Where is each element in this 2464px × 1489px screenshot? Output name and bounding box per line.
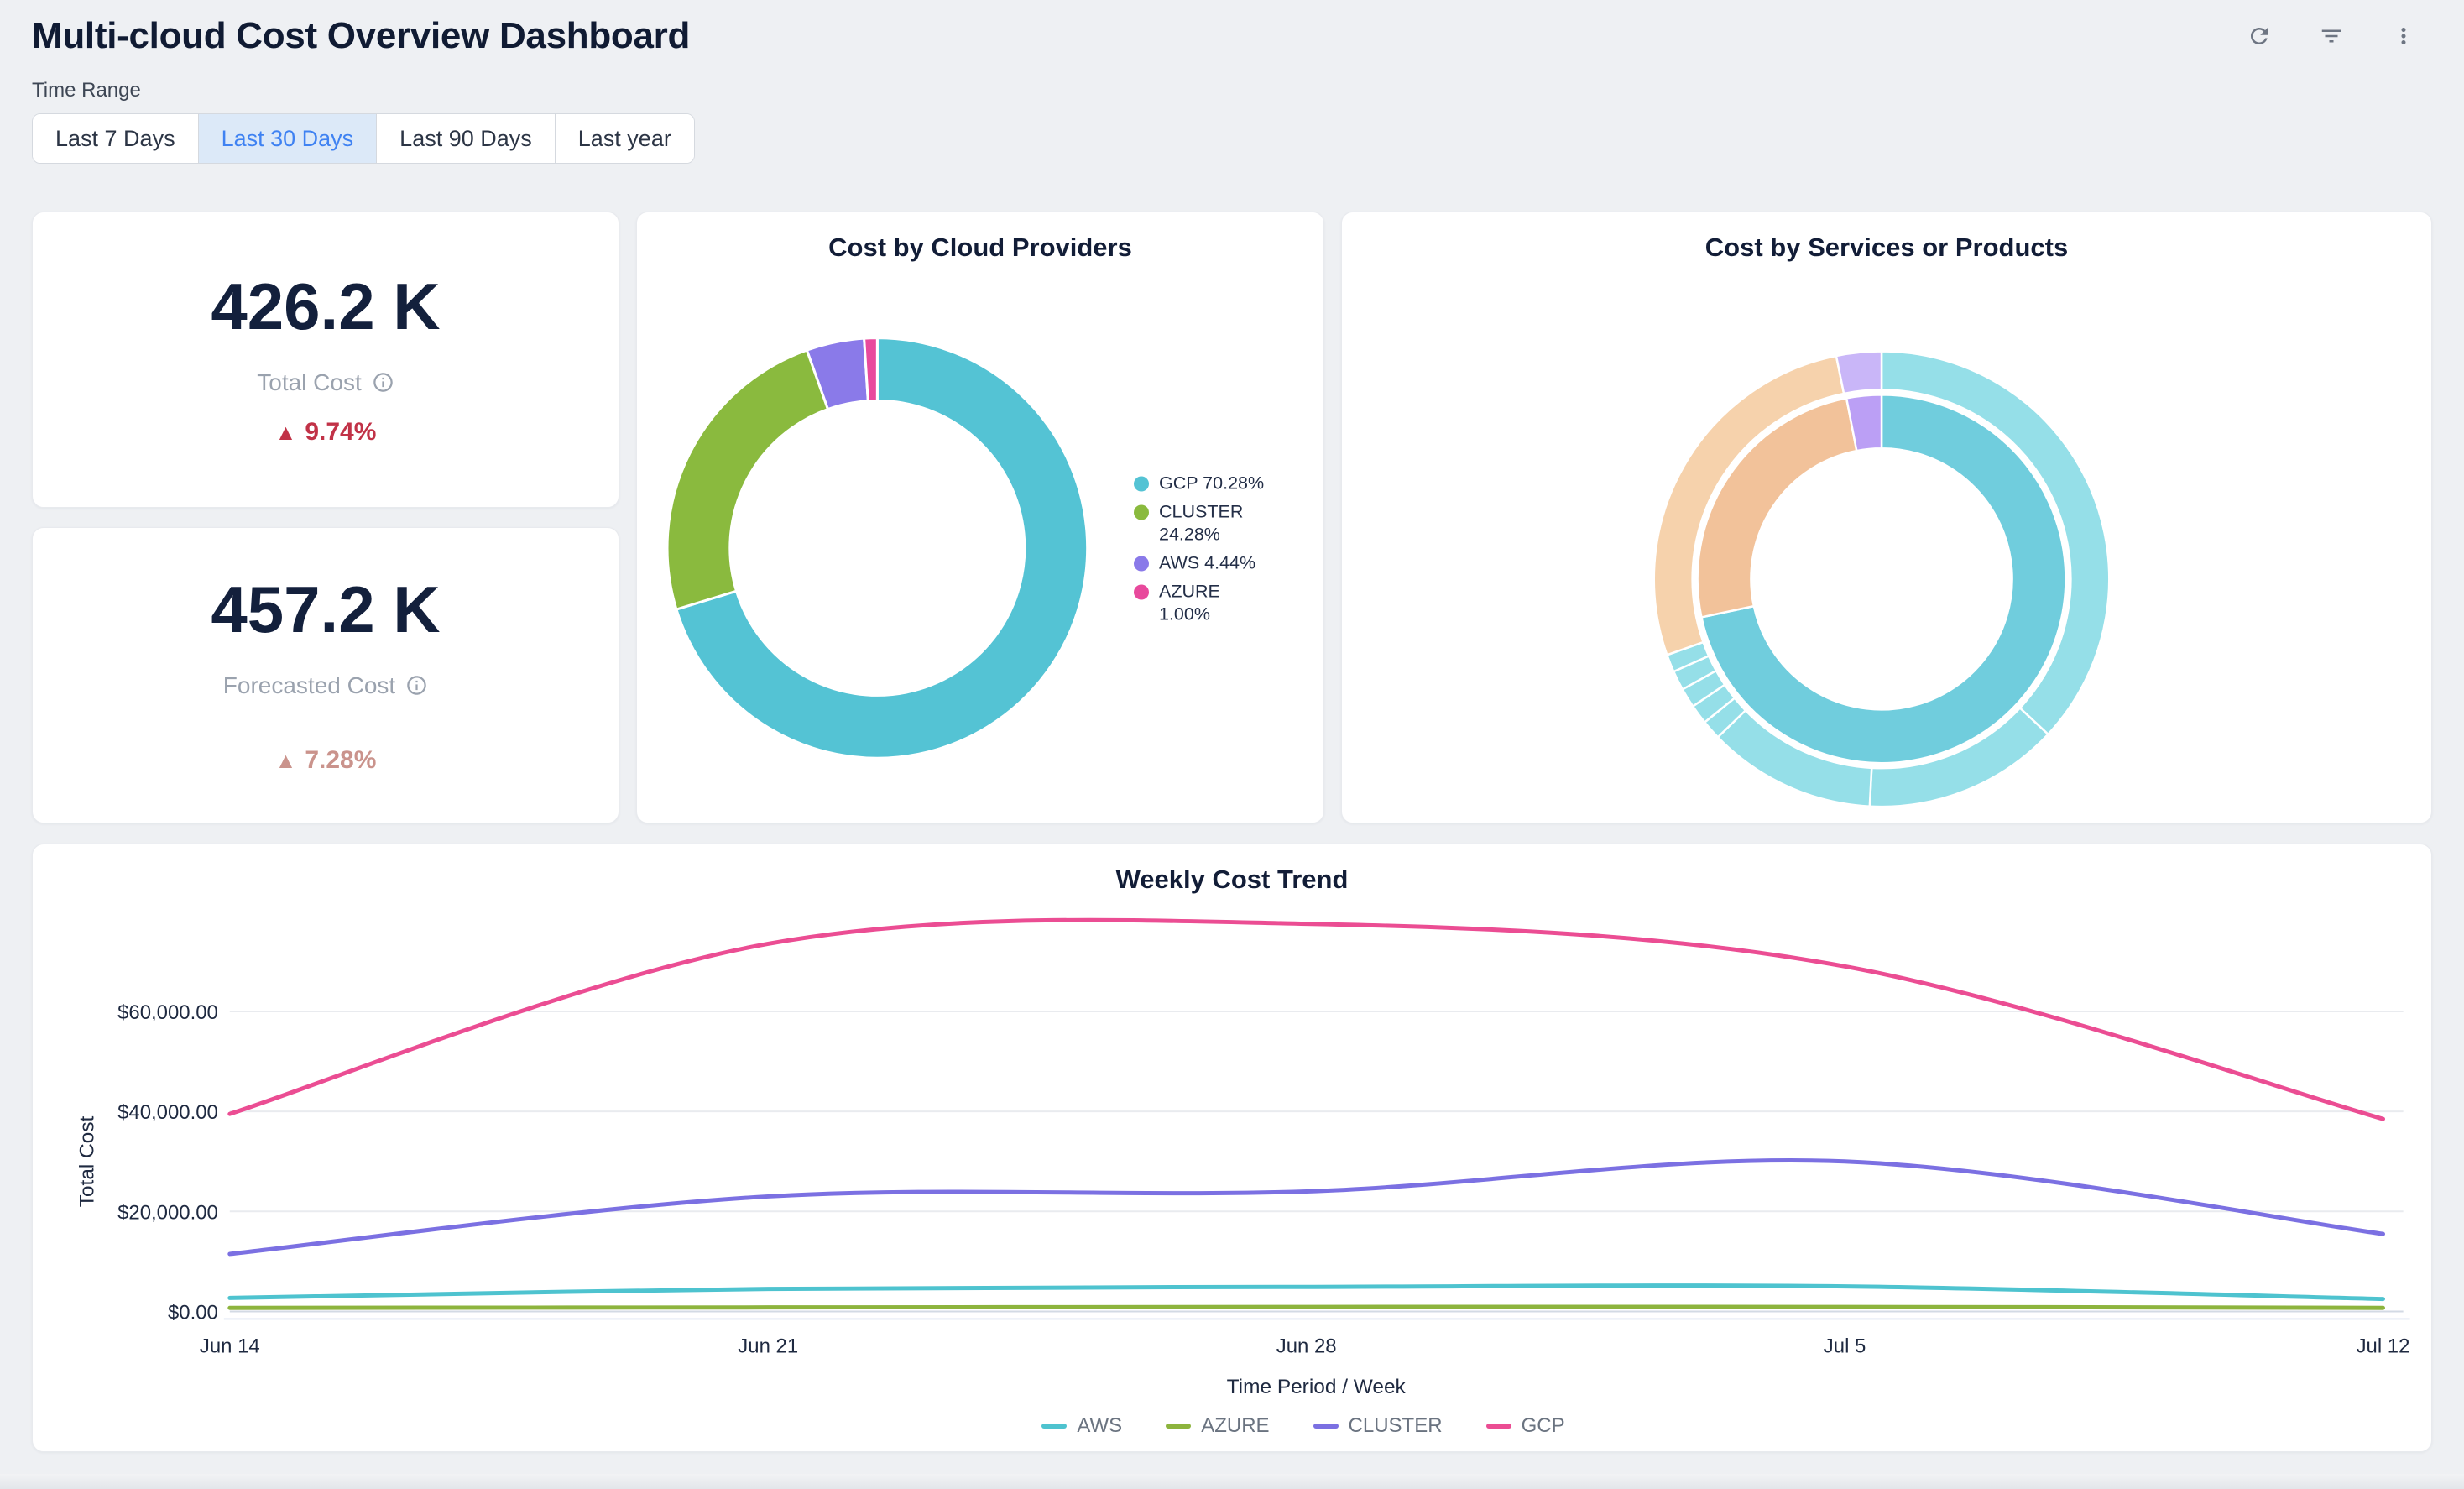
cost-by-services-panel: Cost by Services or Products [1341,212,2432,823]
line-series-azure[interactable] [230,1307,2383,1308]
legend-label: AZURE [1201,1414,1269,1438]
donut-legend-item-azure[interactable]: AZURE 1.00% [1134,581,1272,626]
donut-legend-item-cluster[interactable]: CLUSTER 24.28% [1134,501,1272,546]
y-axis-title: Total Cost [76,1115,98,1207]
cost-by-cloud-providers-panel: Cost by Cloud Providers GCP 70.28%CLUSTE… [636,212,1324,823]
forecasted-cost-card: 457.2 K Forecasted Cost ▲ 7.28% [32,527,619,823]
trend-legend-item-aws[interactable]: AWS [1041,1414,1122,1438]
top-row: 426.2 K Total Cost ▲ 9.74% 457.2 K Forec… [32,212,2432,823]
page-title: Multi-cloud Cost Overview Dashboard [32,15,690,57]
kebab-menu-icon [2391,24,2416,49]
delta-value: 7.28% [305,746,376,775]
time-range-control: Time Range Last 7 Days Last 30 Days Last… [32,79,2432,164]
total-cost-value: 426.2 K [211,274,440,339]
trend-legend-item-azure[interactable]: AZURE [1166,1414,1269,1438]
legend-dot [1134,505,1149,520]
total-cost-label: Total Cost [257,369,394,396]
x-tick-label: Jun 21 [738,1335,798,1357]
trend-legend-item-gcp[interactable]: GCP [1486,1414,1565,1438]
services-sunburst-chart[interactable] [1342,212,2431,823]
trend-up-icon: ▲ [275,421,297,443]
filter-icon [2319,24,2344,49]
donut-legend: GCP 70.28% CLUSTER 24.28% AWS 4.44% AZURE 1… [1134,473,1272,626]
legend-label: AZURE 1.00% [1159,581,1272,626]
time-range-label: Time Range [32,79,2432,102]
legend-line-swatch [1313,1424,1339,1429]
grid [224,1011,2410,1319]
x-tick-label: Jul 12 [2357,1335,2410,1357]
forecasted-cost-label: Forecasted Cost [223,672,428,699]
kpi-label-text: Total Cost [257,369,362,396]
trend-legend: AWS AZURE CLUSTER GCP [201,1414,2406,1438]
y-tick-label: $20,000.00 [117,1201,218,1224]
donut-slice-cluster[interactable] [667,350,827,609]
kpi-label-text: Forecasted Cost [223,672,395,699]
x-tick-label: Jul 5 [1824,1335,1866,1357]
line-series-cluster[interactable] [230,1161,2383,1254]
trend-up-icon: ▲ [275,750,297,771]
time-range-option-last-30-days[interactable]: Last 30 Days [199,114,378,163]
scrollbar-track[interactable] [0,1474,2464,1489]
kpi-column: 426.2 K Total Cost ▲ 9.74% 457.2 K Forec… [32,212,619,823]
legend-label: AWS [1077,1414,1122,1438]
filter-button[interactable] [2315,19,2348,53]
legend-line-swatch [1166,1424,1191,1429]
legend-label: CLUSTER [1349,1414,1443,1438]
line-series-gcp[interactable] [230,920,2383,1119]
legend-line-swatch [1486,1424,1511,1429]
donut-legend-item-aws[interactable]: AWS 4.44% [1134,552,1272,575]
total-cost-delta: ▲ 9.74% [275,418,377,447]
header-actions [2242,19,2420,53]
forecasted-cost-value: 457.2 K [211,577,440,642]
legend-label: GCP 70.28% [1159,473,1264,495]
time-range-option-last-7-days[interactable]: Last 7 Days [33,114,199,163]
sunburst-outer-segment-10[interactable] [1836,352,1882,394]
legend-label: GCP [1522,1414,1565,1438]
legend-dot [1134,477,1149,492]
time-range-option-last-year[interactable]: Last year [556,114,694,163]
time-range-option-last-90-days[interactable]: Last 90 Days [377,114,556,163]
trend-legend-item-cluster[interactable]: CLUSTER [1313,1414,1443,1438]
y-tick-label: $40,000.00 [117,1101,218,1124]
weekly-cost-trend-chart[interactable]: $0.00 $20,000.00 $40,000.00 $60,000.00 Jun 1… [33,844,2431,1451]
legend-dot [1134,556,1149,572]
header: Multi-cloud Cost Overview Dashboard [0,0,2464,57]
y-tick-label: $0.00 [168,1301,218,1324]
line-series-aws[interactable] [230,1286,2383,1299]
refresh-icon [2247,24,2272,49]
legend-line-swatch [1041,1424,1067,1429]
dashboard-page: Multi-cloud Cost Overview Dashboard Time… [0,0,2464,1489]
more-options-button[interactable] [2387,19,2420,53]
legend-label: AWS 4.44% [1159,552,1255,575]
info-icon[interactable] [372,371,394,394]
time-range-segmented: Last 7 Days Last 30 Days Last 90 Days La… [32,113,695,164]
y-tick-label: $60,000.00 [117,1001,218,1024]
delta-value: 9.74% [305,418,376,447]
donut-legend-item-gcp[interactable]: GCP 70.28% [1134,473,1272,495]
x-axis-title: Time Period / Week [1227,1376,1407,1398]
legend-dot [1134,585,1149,600]
info-icon[interactable] [405,674,428,697]
legend-label: CLUSTER 24.28% [1159,501,1272,546]
forecasted-cost-delta: ▲ 7.28% [275,746,377,775]
x-tick-label: Jun 28 [1276,1335,1337,1357]
total-cost-card: 426.2 K Total Cost ▲ 9.74% [32,212,619,508]
x-tick-label: Jun 14 [200,1335,260,1357]
refresh-button[interactable] [2242,19,2276,53]
weekly-cost-trend-panel: Weekly Cost Trend $0.00$20,000.00$40,000… [32,844,2432,1452]
